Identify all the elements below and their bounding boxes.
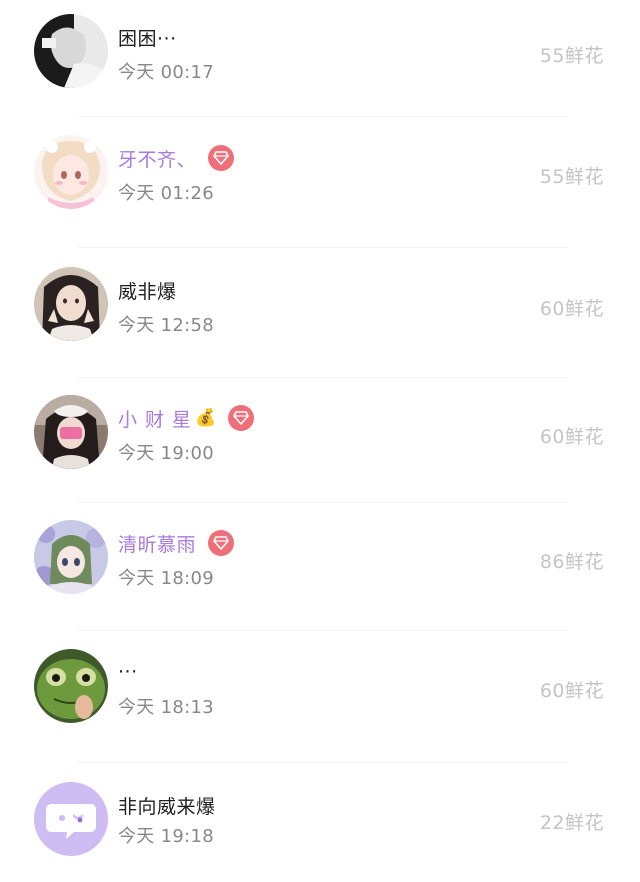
money-bag-icon: 💰 [195, 408, 217, 428]
flower-count: 60鲜花 [539, 298, 604, 320]
flower-count: 55鲜花 [539, 166, 604, 188]
avatar[interactable] [34, 649, 108, 723]
divider [78, 502, 568, 503]
avatar[interactable] [34, 267, 108, 341]
list-item[interactable]: ··· 今天 18:13 60鲜花 [0, 649, 640, 749]
avatar[interactable] [34, 782, 108, 856]
timestamp: 今天 12:58 [118, 315, 214, 336]
flower-count: 60鲜花 [539, 680, 604, 702]
avatar[interactable] [34, 135, 108, 209]
timestamp: 今天 19:18 [118, 826, 214, 847]
divider [78, 116, 568, 117]
list-item[interactable]: 威非爆 今天 12:58 60鲜花 [0, 267, 640, 367]
flower-count: 22鲜花 [539, 812, 604, 834]
avatar[interactable] [34, 520, 108, 594]
name-line: 威非爆 [118, 275, 177, 305]
list-item[interactable]: 小财星 💰 今天 19:00 60鲜花 [0, 395, 640, 495]
timestamp: 今天 01:26 [118, 183, 214, 204]
list-item[interactable]: 非向威来爆 今天 19:18 22鲜花 [0, 782, 640, 882]
timestamp: 今天 18:13 [118, 697, 214, 718]
flower-count: 55鲜花 [539, 45, 604, 67]
avatar[interactable] [34, 395, 108, 469]
user-name: 小财星 [118, 408, 200, 431]
flower-count: 86鲜花 [539, 551, 604, 573]
name-line: ··· [118, 657, 138, 687]
user-name: 牙不齐、 [118, 148, 197, 171]
avatar[interactable] [34, 14, 108, 88]
list-item[interactable]: 牙不齐、 今天 01:26 55鲜花 [0, 135, 640, 235]
user-name: 非向威来爆 [118, 795, 216, 818]
name-line: 清昕慕雨 [118, 528, 235, 558]
flower-count: 60鲜花 [539, 426, 604, 448]
user-name: ··· [118, 661, 138, 683]
divider [78, 247, 568, 248]
user-name: 困困··· [118, 27, 177, 50]
divider [78, 630, 568, 631]
divider [78, 377, 568, 378]
timestamp: 今天 19:00 [118, 443, 214, 464]
list-item[interactable]: 困困··· 今天 00:17 55鲜花 [0, 14, 640, 114]
user-name: 威非爆 [118, 280, 177, 303]
timestamp: 今天 00:17 [118, 62, 214, 83]
name-line: 非向威来爆 [118, 790, 216, 820]
list-item[interactable]: 清昕慕雨 今天 18:09 86鲜花 [0, 520, 640, 620]
divider [78, 762, 568, 763]
name-line: 困困··· [118, 22, 177, 52]
diamond-badge-icon [228, 405, 255, 431]
name-line: 小财星 💰 [118, 403, 255, 433]
timestamp: 今天 18:09 [118, 568, 214, 589]
user-name: 清昕慕雨 [118, 533, 197, 556]
diamond-badge-icon [208, 530, 235, 556]
chat-bubble-icon [34, 782, 108, 856]
diamond-badge-icon [208, 145, 235, 171]
name-line: 牙不齐、 [118, 143, 235, 173]
